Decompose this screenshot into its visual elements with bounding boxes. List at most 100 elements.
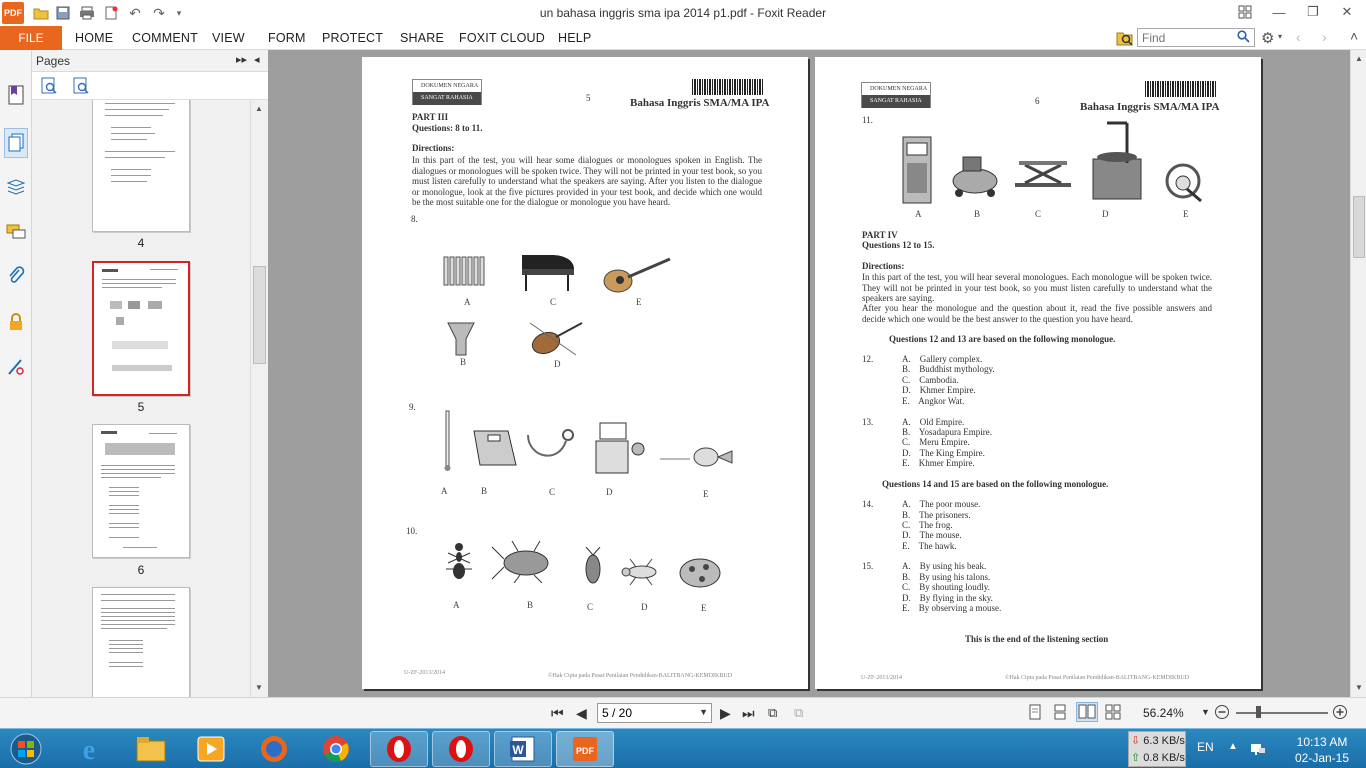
expand-panel-icon[interactable]: ▸▸ xyxy=(236,53,247,66)
file-tab[interactable]: FILE xyxy=(0,26,62,50)
media-player-icon[interactable] xyxy=(182,731,240,767)
continuous-view-icon[interactable] xyxy=(1053,704,1067,723)
scroll-up-icon[interactable]: ▲ xyxy=(255,104,263,113)
thumbnail-page-5[interactable] xyxy=(92,261,190,396)
doc-scroll-up-icon[interactable]: ▲ xyxy=(1355,54,1363,63)
page-number: 6 xyxy=(1035,96,1040,106)
thumbnail-page-4[interactable] xyxy=(92,100,190,232)
page-dropdown-icon[interactable]: ▼ xyxy=(699,707,708,717)
find-input[interactable] xyxy=(1138,29,1234,46)
window-title: un bahasa inggris sma ipa 2014 p1.pdf - … xyxy=(539,6,827,20)
q9-label-d: D xyxy=(606,487,613,497)
beetle-image xyxy=(491,540,549,583)
find-folder-icon[interactable] xyxy=(1116,29,1134,47)
continuous-facing-view-icon[interactable] xyxy=(1105,704,1121,723)
tab-comment[interactable]: COMMENT xyxy=(132,31,198,45)
next-view-icon[interactable]: ⧉ xyxy=(794,705,803,721)
page-header: Bahasa Inggris SMA/MA IPA xyxy=(1080,101,1220,113)
page-footer-copyright: ©Hak Cipta pada Pusat Penilaian Pendidik… xyxy=(548,673,733,679)
document-view[interactable]: DOKUMEN NEGARA SANGAT RAHASIA 5 Bahasa I… xyxy=(268,50,1350,697)
attachment-icon[interactable] xyxy=(4,264,28,288)
internet-explorer-icon[interactable]: e xyxy=(60,731,118,767)
tab-form[interactable]: FORM xyxy=(268,31,306,45)
zoom-slider-track[interactable] xyxy=(1236,712,1328,714)
thermometer-image xyxy=(444,410,451,471)
zoom-dropdown-icon[interactable]: ▼ xyxy=(1201,707,1210,717)
questions-heading: Questions 12 to 15. xyxy=(862,240,935,250)
network-icon[interactable] xyxy=(1250,740,1266,759)
collapse-panel-icon[interactable]: ◂ xyxy=(254,53,260,66)
layers-icon[interactable] xyxy=(4,175,28,199)
tab-home[interactable]: HOME xyxy=(75,31,113,45)
network-speed-meter: ⇩ 6.3 KB/s ⇧ 0.8 KB/s xyxy=(1128,731,1186,767)
search-icon[interactable] xyxy=(1237,30,1251,44)
page-number: 5 xyxy=(586,93,591,103)
previous-page-button[interactable]: ◀ xyxy=(576,705,587,722)
page-number-input[interactable] xyxy=(598,704,694,722)
opera-icon[interactable] xyxy=(370,731,428,767)
doc-scroll-down-icon[interactable]: ▼ xyxy=(1355,683,1363,692)
zoom-in-icon[interactable] xyxy=(1332,704,1348,723)
zoom-slider-thumb[interactable] xyxy=(1256,706,1261,718)
classification-badge: DOKUMEN NEGARA SANGAT RAHASIA xyxy=(412,79,482,105)
q11-label-b: B xyxy=(974,209,981,219)
scroll-down-icon[interactable]: ▼ xyxy=(255,683,263,692)
document-scroll-thumb[interactable] xyxy=(1353,196,1365,258)
settings-gear-icon[interactable]: ⚙ xyxy=(1261,29,1274,47)
question-12-number: 12. xyxy=(862,354,874,364)
minimize-button[interactable]: — xyxy=(1266,2,1292,22)
q8-label-c: C xyxy=(550,297,557,307)
first-page-button[interactable]: ⏮ xyxy=(551,705,564,722)
zoom-level[interactable]: 56.24% xyxy=(1143,706,1184,720)
tab-view[interactable]: VIEW xyxy=(212,31,245,45)
pages-panel: Pages ▸▸ ◂ 4 5 6 ▲ ▼ xyxy=(32,50,268,697)
clock[interactable]: 10:13 AM 02-Jan-15 xyxy=(1282,734,1362,766)
bookmark-icon[interactable] xyxy=(4,83,28,107)
previous-view-icon[interactable]: ⧉ xyxy=(768,705,777,721)
maximize-button[interactable]: ❐ xyxy=(1300,2,1326,22)
page-number-field[interactable]: ▼ xyxy=(597,703,712,723)
q9-label-a: A xyxy=(441,486,448,496)
next-page-button[interactable]: ▶ xyxy=(720,705,731,722)
directions-text-1: In this part of the test, you will hear … xyxy=(862,272,1212,304)
document-scrollbar[interactable]: ▲ ▼ xyxy=(1350,50,1366,697)
file-explorer-icon[interactable] xyxy=(122,731,180,767)
show-hidden-icons-icon[interactable]: ▲ xyxy=(1228,741,1238,752)
thumbnail-scrollbar[interactable]: ▲ ▼ xyxy=(250,100,268,697)
question-13-number: 13. xyxy=(862,417,874,427)
pages-thumbnail-icon[interactable] xyxy=(4,128,28,158)
drum-image xyxy=(447,322,475,356)
opera-second-window-icon[interactable] xyxy=(432,731,490,767)
thumbnail-page-6[interactable] xyxy=(92,424,190,558)
start-button[interactable] xyxy=(6,731,46,767)
comments-icon[interactable] xyxy=(4,220,28,244)
ribbon-collapse-icon[interactable]: ˄ xyxy=(1350,28,1358,44)
thumbnail-scroll-thumb[interactable] xyxy=(253,266,266,364)
facing-view-icon[interactable] xyxy=(1076,702,1098,722)
find-field[interactable] xyxy=(1137,28,1255,47)
last-page-button[interactable]: ⏭ xyxy=(742,705,755,722)
restore-ribbon-icon[interactable] xyxy=(1232,2,1258,22)
forward-arrow-icon[interactable]: › xyxy=(1322,29,1327,45)
settings-dropdown-icon[interactable]: ▾ xyxy=(1278,32,1282,41)
single-page-view-icon[interactable] xyxy=(1028,704,1042,723)
language-indicator[interactable]: EN xyxy=(1197,740,1214,754)
tab-help[interactable]: HELP xyxy=(558,31,591,45)
security-lock-icon[interactable] xyxy=(4,310,28,334)
close-button[interactable]: ✕ xyxy=(1334,2,1360,22)
section-heading-2: Questions 14 and 15 are based on the fol… xyxy=(882,479,1109,489)
tab-foxit-cloud[interactable]: FOXIT CLOUD xyxy=(459,31,545,45)
firefox-icon[interactable] xyxy=(245,731,303,767)
word-icon[interactable]: W xyxy=(494,731,552,767)
back-arrow-icon[interactable]: ‹ xyxy=(1296,29,1301,45)
zoom-out-thumbnail-icon[interactable] xyxy=(72,77,90,98)
signature-icon[interactable] xyxy=(4,355,28,379)
tab-protect[interactable]: PROTECT xyxy=(322,31,383,45)
zoom-out-icon[interactable] xyxy=(1214,704,1230,723)
q10-label-b: B xyxy=(527,600,534,610)
foxit-reader-taskbar-icon[interactable]: PDF xyxy=(556,731,614,767)
zoom-in-thumbnail-icon[interactable] xyxy=(40,77,58,98)
thumbnail-page-7[interactable] xyxy=(92,587,190,697)
chrome-icon[interactable] xyxy=(307,731,365,767)
tab-share[interactable]: SHARE xyxy=(400,31,444,45)
